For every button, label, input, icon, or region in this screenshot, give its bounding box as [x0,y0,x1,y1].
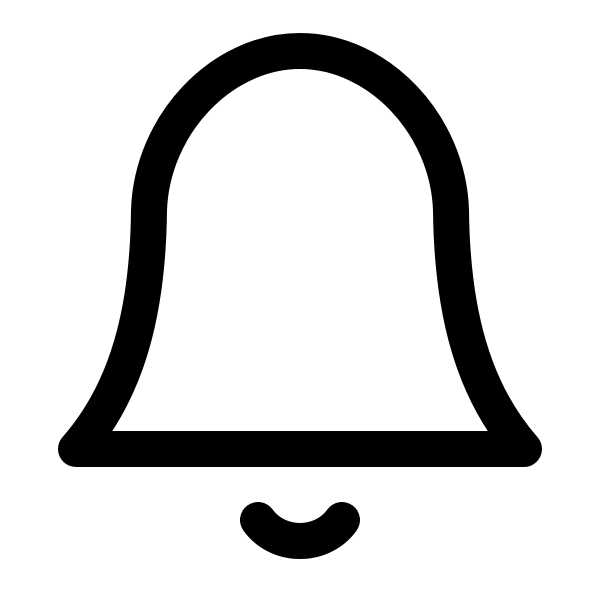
bell-clapper [240,502,360,559]
bell-body-outline [58,33,542,467]
bell-icon [58,33,542,559]
icon-canvas [0,0,600,600]
